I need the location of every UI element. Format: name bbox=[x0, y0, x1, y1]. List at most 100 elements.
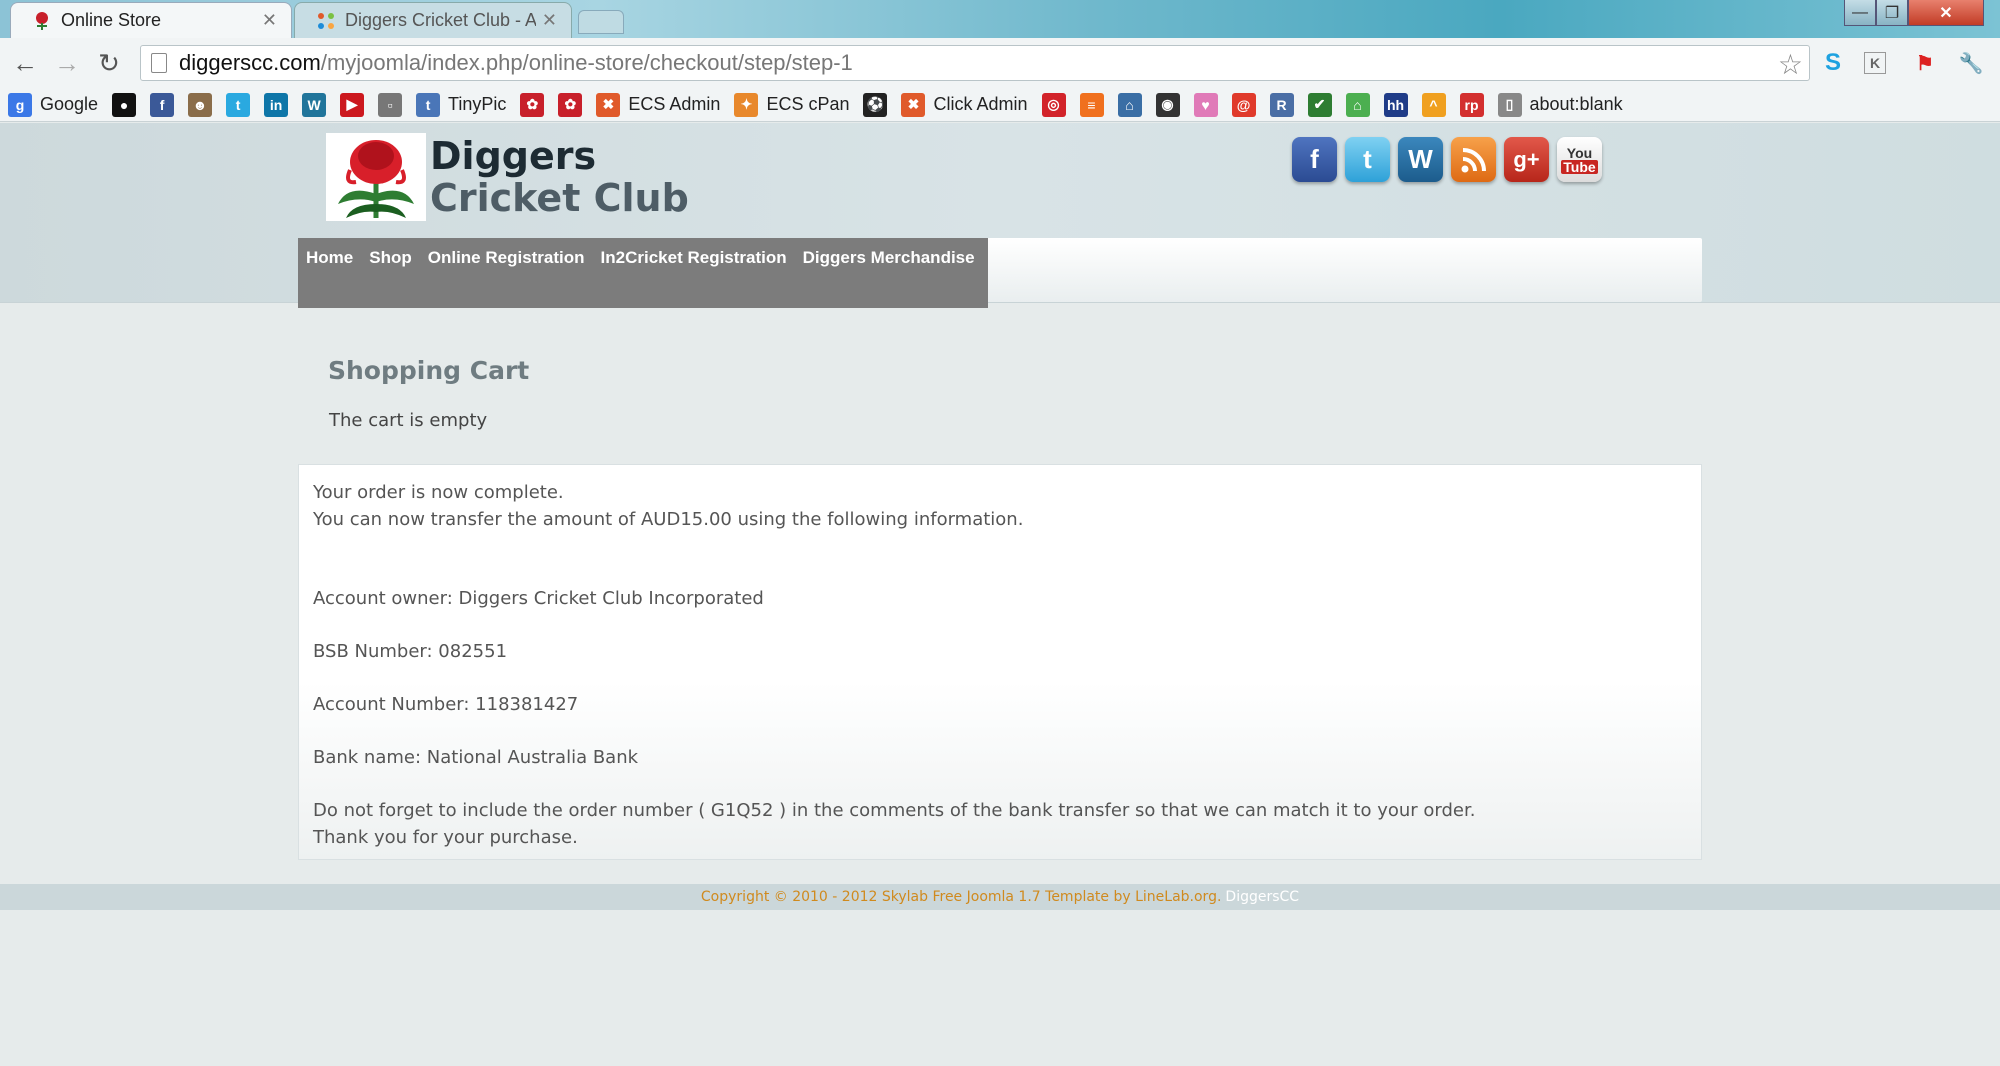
bookmark-item[interactable]: ◎ bbox=[1041, 92, 1066, 117]
tab-online-store[interactable]: Online Store ✕ bbox=[10, 2, 292, 38]
bookmark-label: TinyPic bbox=[448, 94, 507, 114]
bookmark-item[interactable]: @ bbox=[1231, 92, 1256, 117]
rss-icon[interactable] bbox=[1451, 137, 1496, 182]
tab-title: Diggers Cricket Club - Adm bbox=[345, 10, 536, 30]
circle-icon: ● bbox=[112, 92, 137, 117]
k-extension-icon[interactable]: K bbox=[1864, 52, 1886, 74]
waratah-icon bbox=[31, 10, 53, 32]
bookmark-label: ECS Admin bbox=[628, 94, 721, 114]
twitter-icon[interactable]: t bbox=[1345, 137, 1390, 182]
close-window-button[interactable]: ✕ bbox=[1908, 0, 1984, 26]
bookmark-item[interactable]: ▶ bbox=[340, 92, 365, 117]
bookmark-item[interactable]: ✿ bbox=[520, 92, 545, 117]
owl-icon: ☻ bbox=[188, 92, 213, 117]
maximize-button[interactable]: ❐ bbox=[1876, 0, 1908, 26]
forward-arrow-icon[interactable]: → bbox=[50, 46, 84, 80]
menu-item-online-registration[interactable]: Online Registration bbox=[428, 248, 585, 268]
wrench-icon[interactable]: 🔧 bbox=[1956, 48, 1986, 78]
cart-status: The cart is empty bbox=[329, 410, 488, 431]
rel-icon: R bbox=[1269, 92, 1294, 117]
bookmark-item[interactable]: t bbox=[226, 92, 251, 117]
google-plus-icon[interactable]: g+ bbox=[1504, 137, 1549, 182]
bookmark-item[interactable]: ⚽ bbox=[863, 92, 888, 117]
tab-close-icon[interactable]: ✕ bbox=[542, 10, 557, 31]
bookmark-label: Google bbox=[40, 94, 99, 114]
skype-icon[interactable]: S bbox=[1818, 48, 1848, 78]
google-icon: g bbox=[8, 92, 32, 117]
bookmark-item[interactable]: ♥ bbox=[1193, 92, 1218, 117]
tab-diggers-admin[interactable]: Diggers Cricket Club - Adm ✕ bbox=[294, 2, 572, 38]
youtube-icon: ▶ bbox=[340, 92, 365, 117]
facebook-icon: f bbox=[150, 92, 175, 117]
tab-title: Online Store bbox=[61, 10, 162, 30]
bookmark-item[interactable]: ☻ bbox=[188, 92, 213, 117]
tinypic-icon: t bbox=[416, 92, 441, 117]
bookmark-item[interactable]: ▫ bbox=[378, 92, 403, 117]
bookmark-item[interactable]: W bbox=[302, 92, 327, 117]
soccer-ball-icon: ⚽ bbox=[863, 92, 888, 117]
bookmark-item[interactable]: ● bbox=[112, 92, 137, 117]
main-menu: Home Shop Online Registration In2Cricket… bbox=[298, 238, 988, 308]
twitter-icon: t bbox=[226, 92, 251, 117]
browser-tab-strip: Online Store ✕ Diggers Cricket Club - Ad… bbox=[0, 0, 2000, 38]
tab-close-icon[interactable]: ✕ bbox=[262, 10, 277, 31]
square-icon: ▫ bbox=[378, 92, 403, 117]
back-arrow-icon[interactable]: ← bbox=[8, 46, 42, 80]
address-bar[interactable]: diggerscc.com/myjoomla/index.php/online-… bbox=[140, 45, 1810, 81]
order-confirmation: Your order is now complete. You can now … bbox=[298, 464, 1702, 860]
bookmark-item[interactable]: ▯ about:blank bbox=[1497, 92, 1623, 117]
thank-you-text: Thank you for your purchase. bbox=[313, 827, 578, 848]
bookmark-item[interactable]: ✖ Click Admin bbox=[901, 92, 1028, 117]
page-title: Shopping Cart bbox=[328, 356, 530, 385]
menu-item-in2cricket-registration[interactable]: In2Cricket Registration bbox=[601, 248, 787, 268]
footer-site-link[interactable]: DiggersCC bbox=[1225, 889, 1299, 905]
bookmark-item[interactable]: f bbox=[150, 92, 175, 117]
url-path: /myjoomla/index.php/online-store/checkou… bbox=[320, 50, 853, 75]
bookmark-label: Click Admin bbox=[933, 94, 1028, 114]
bookmark-item[interactable]: R bbox=[1269, 92, 1294, 117]
url-host: diggerscc.com bbox=[179, 50, 321, 75]
site-footer: Copyright © 2010 - 2012 Skylab Free Joom… bbox=[0, 884, 2000, 910]
account-owner: Account owner: Diggers Cricket Club Inco… bbox=[313, 588, 764, 609]
bookmark-item[interactable]: hh bbox=[1383, 92, 1408, 117]
bookmark-label: ECS cPan bbox=[766, 94, 850, 114]
stripes-icon: ≡ bbox=[1079, 92, 1104, 117]
site-logo[interactable]: Diggers Cricket Club bbox=[326, 133, 689, 221]
menu-item-shop[interactable]: Shop bbox=[369, 248, 412, 268]
facebook-icon[interactable]: f bbox=[1292, 137, 1337, 182]
linkedin-icon: in bbox=[264, 92, 289, 117]
caret-icon: ^ bbox=[1421, 92, 1446, 117]
bookmark-item[interactable]: ✖ ECS Admin bbox=[596, 92, 721, 117]
youtube-icon[interactable]: You Tube bbox=[1557, 137, 1602, 182]
bookmark-star-icon[interactable]: ☆ bbox=[1778, 48, 1803, 81]
bookmark-item[interactable]: ✿ bbox=[558, 92, 583, 117]
flag-extension-icon[interactable]: ⚑ bbox=[1910, 48, 1940, 78]
swirl-icon: @ bbox=[1231, 92, 1256, 117]
bookmark-item[interactable]: ◉ bbox=[1155, 92, 1180, 117]
bookmark-item[interactable]: ⌂ bbox=[1117, 92, 1142, 117]
logo-subtitle: Cricket Club bbox=[430, 176, 689, 220]
bookmark-item[interactable]: in bbox=[264, 92, 289, 117]
bookmark-item[interactable]: ≡ bbox=[1079, 92, 1104, 117]
bookmark-item[interactable]: ^ bbox=[1421, 92, 1446, 117]
bookmark-item[interactable]: g Google bbox=[8, 92, 99, 117]
bookmark-item[interactable]: t TinyPic bbox=[416, 92, 507, 117]
reload-icon[interactable]: ↻ bbox=[92, 46, 126, 80]
menu-item-diggers-merchandise[interactable]: Diggers Merchandise bbox=[803, 248, 975, 268]
new-tab-button[interactable] bbox=[578, 10, 624, 34]
bookmark-item[interactable]: rp bbox=[1459, 92, 1484, 117]
lifebuoy-icon: ◎ bbox=[1041, 92, 1066, 117]
copyright-text[interactable]: Copyright © 2010 - 2012 Skylab Free Joom… bbox=[701, 889, 1222, 905]
waratah-icon: ✿ bbox=[558, 92, 583, 117]
menu-item-home[interactable]: Home bbox=[306, 248, 353, 268]
bookmark-item[interactable]: ⌂ bbox=[1345, 92, 1370, 117]
heart-icon: ♥ bbox=[1193, 92, 1218, 117]
minimize-button[interactable]: — bbox=[1844, 0, 1876, 26]
bookmark-item[interactable]: ✔ bbox=[1307, 92, 1332, 117]
wordpress-icon[interactable]: W bbox=[1398, 137, 1443, 182]
bank-name: Bank name: National Australia Bank bbox=[313, 747, 639, 768]
bookmark-item[interactable]: ✦ ECS cPan bbox=[734, 92, 850, 117]
house-green-icon: ⌂ bbox=[1345, 92, 1370, 117]
page-icon: ▯ bbox=[1497, 92, 1522, 117]
wordpress-icon: W bbox=[302, 92, 327, 117]
